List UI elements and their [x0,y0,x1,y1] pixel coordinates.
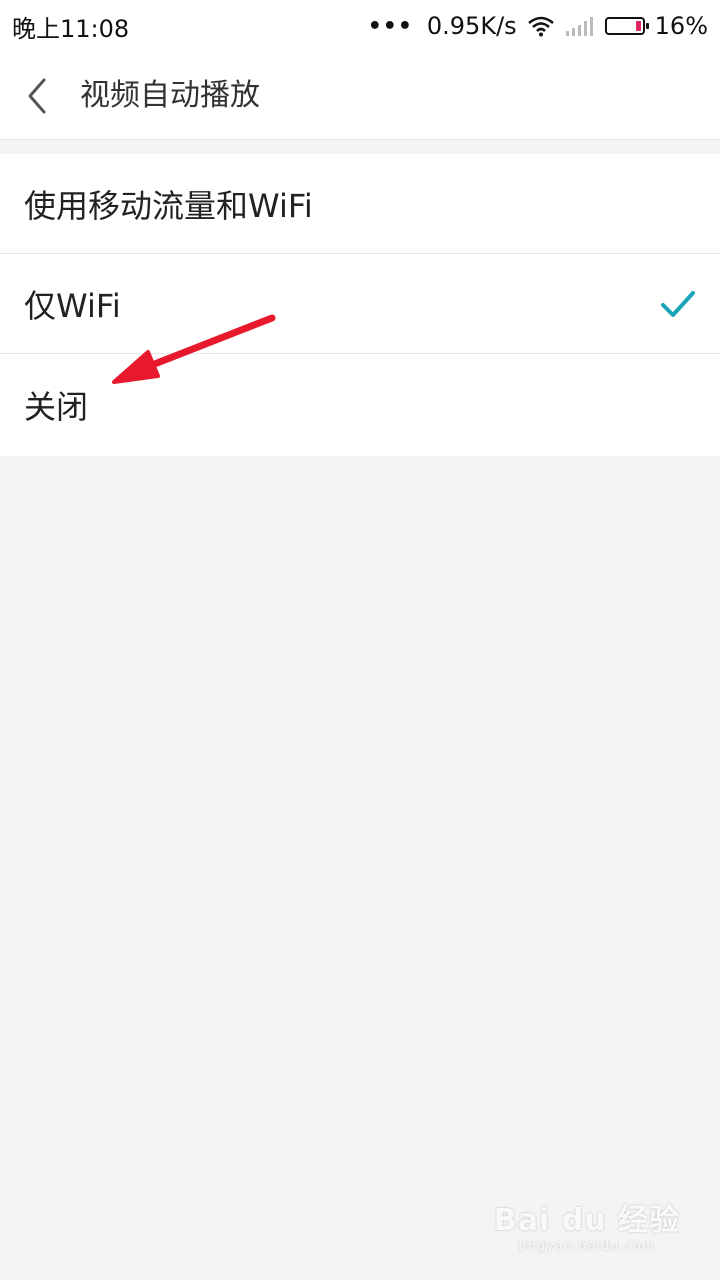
watermark-logo: Bai du 经验 [493,1203,680,1238]
wifi-icon [527,16,554,37]
checkmark-icon [661,291,695,317]
page-title: 视频自动播放 [80,78,260,113]
battery-icon [604,17,649,35]
watermark: Bai du 经验 jingyan.baidu.com [494,1195,680,1254]
more-dots: ••• [367,13,413,39]
status-icons: ••• 0.95K/s 16% [368,12,708,40]
option-label: 仅WiFi [24,286,121,325]
autoplay-options-list: 使用移动流量和WiFi 仅WiFi 关闭 [0,154,720,456]
watermark-url: jingyan.baidu.com [518,1239,656,1254]
option-label: 使用移动流量和WiFi [24,186,313,225]
option-label: 关闭 [24,388,89,426]
header: 视频自动播放 [0,52,720,140]
status-bar: 晚上11:08 ••• 0.95K/s 16% [0,0,720,52]
option-mobile-and-wifi[interactable]: 使用移动流量和WiFi [0,154,720,254]
option-off[interactable]: 关闭 [0,354,720,456]
network-speed: 0.95K/s [426,12,517,40]
back-icon[interactable] [20,76,60,116]
battery-level [635,21,641,31]
status-time: 晚上11:08 [12,14,130,43]
option-wifi-only[interactable]: 仅WiFi [0,254,720,354]
cell-signal-icon [565,17,593,36]
battery-percent: 16% [654,12,708,40]
